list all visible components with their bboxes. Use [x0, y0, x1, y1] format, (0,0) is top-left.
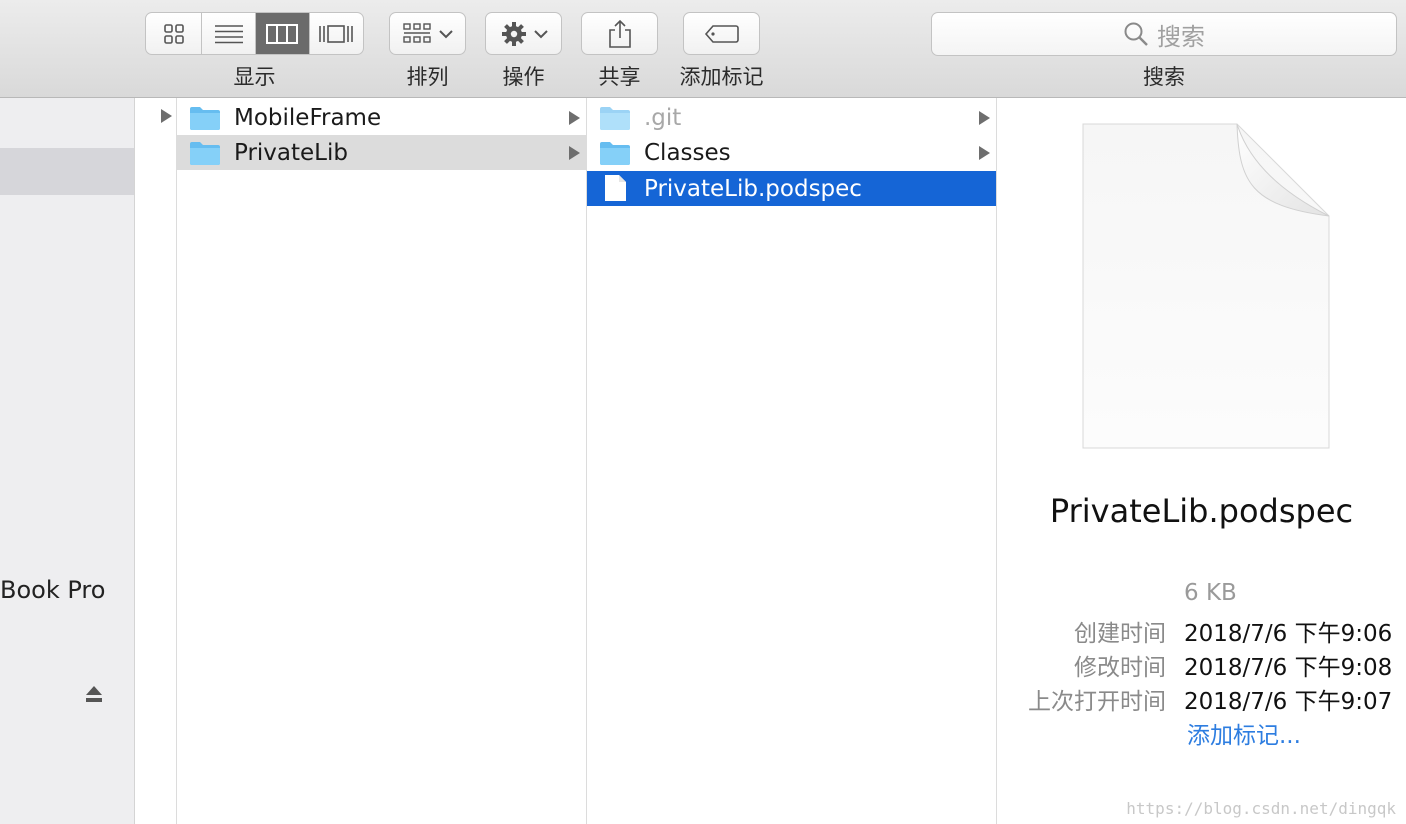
item-name: PrivateLib.podspec — [644, 175, 862, 202]
disclosure-arrow-icon — [569, 111, 580, 125]
action-label: 操作 — [502, 65, 545, 89]
watermark: https://blog.csdn.net/dingqk — [1126, 799, 1396, 818]
eject-icon[interactable] — [84, 684, 104, 704]
add-tags-link[interactable]: 添加标记... — [1187, 716, 1301, 750]
share-label: 共享 — [598, 65, 641, 89]
sidebar-device-name[interactable]: Book Pro — [0, 576, 105, 604]
list-item[interactable]: .git — [587, 100, 996, 135]
sidebar: Book Pro — [0, 98, 135, 824]
item-name: Classes — [644, 139, 731, 166]
created-value: 2018/7/6 下午9:06 — [1184, 621, 1393, 647]
item-name: PrivateLib — [234, 139, 348, 166]
search-label: 搜索 — [1143, 65, 1185, 89]
item-name: MobileFrame — [234, 104, 382, 131]
column-1: MobileFrame PrivateLib — [177, 98, 587, 824]
modified-label: 修改时间 — [1074, 655, 1166, 681]
modified-value: 2018/7/6 下午9:08 — [1184, 655, 1393, 681]
list-view-button[interactable] — [202, 13, 256, 54]
arrange-label: 排列 — [406, 65, 449, 89]
add-tags-button[interactable] — [683, 12, 760, 55]
preview-pane: PrivateLib.podspec 6 KB 创建时间 2018/7/6 下午… — [997, 98, 1406, 824]
arrange-grid-icon — [402, 22, 431, 43]
toolbar: 显示 排列 操作 共享 添加标记 搜索 搜索 — [0, 0, 1406, 98]
disclosure-arrow-icon — [979, 111, 990, 125]
disclosure-arrow-icon — [569, 146, 580, 160]
document-preview-icon — [1082, 123, 1330, 449]
gallery-icon — [319, 24, 354, 43]
folder-icon — [190, 142, 220, 165]
disclosure-arrow-icon — [979, 146, 990, 160]
chevron-down-icon — [533, 29, 548, 38]
gear-icon — [501, 21, 526, 46]
list-item-selected[interactable]: PrivateLib.podspec — [587, 171, 996, 206]
last-opened-label: 上次打开时间 — [1028, 689, 1166, 715]
document-icon — [605, 175, 626, 201]
add-tags-label: 添加标记 — [679, 65, 764, 89]
column-view-button[interactable] — [256, 13, 310, 54]
share-icon — [608, 19, 631, 48]
share-button[interactable] — [581, 12, 658, 55]
created-label: 创建时间 — [1074, 621, 1166, 647]
search-icon — [1124, 22, 1148, 46]
tag-icon — [704, 24, 739, 43]
preview-file-name: PrivateLib.podspec — [1049, 492, 1354, 530]
list-icon — [214, 24, 243, 43]
disclosure-arrow-icon — [161, 109, 172, 123]
sidebar-selected-item[interactable] — [0, 148, 134, 195]
action-button[interactable] — [485, 12, 562, 55]
view-label: 显示 — [233, 65, 276, 89]
icon-view-button[interactable] — [146, 13, 203, 54]
list-item[interactable]: MobileFrame — [177, 100, 586, 135]
file-size: 6 KB — [1184, 580, 1237, 606]
arrange-button[interactable] — [389, 12, 466, 55]
list-item[interactable]: Classes — [587, 135, 996, 170]
icon-grid-icon — [163, 23, 184, 44]
last-opened-value: 2018/7/6 下午9:07 — [1184, 689, 1393, 715]
item-name: .git — [644, 104, 682, 131]
view-mode-control[interactable] — [145, 12, 364, 55]
column-parent — [135, 98, 177, 824]
columns-icon — [266, 23, 299, 44]
list-item[interactable] — [135, 98, 176, 133]
folder-icon — [600, 142, 630, 165]
search-field[interactable]: 搜索 — [931, 12, 1397, 56]
search-placeholder: 搜索 — [1157, 22, 1205, 51]
column-2: .git Classes PrivateLib.podspec — [587, 98, 997, 824]
list-item[interactable]: PrivateLib — [177, 135, 586, 170]
folder-icon — [600, 107, 630, 130]
gallery-view-button[interactable] — [310, 13, 363, 54]
folder-icon — [190, 107, 220, 130]
chevron-down-icon — [438, 29, 453, 38]
